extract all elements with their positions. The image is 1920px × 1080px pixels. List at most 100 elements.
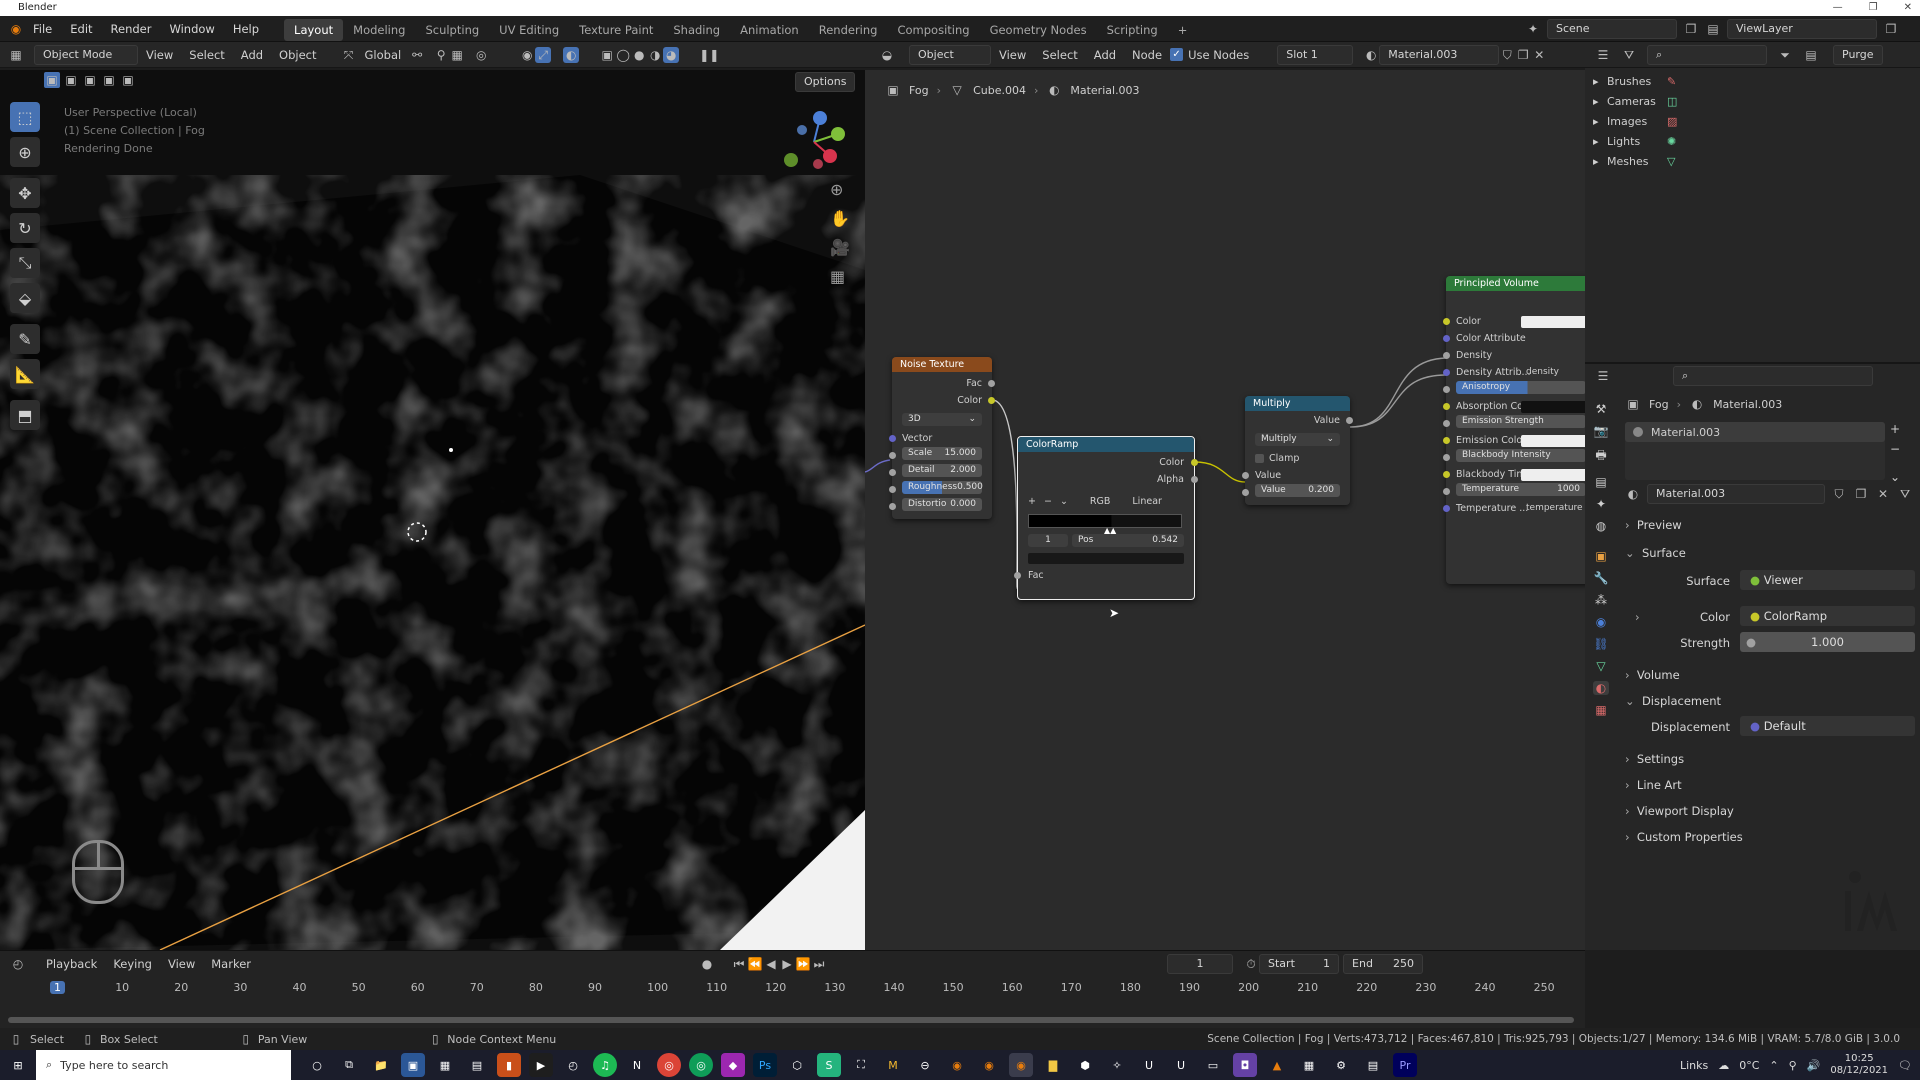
ramp-position-field[interactable]: Pos 0.542 <box>1072 534 1184 547</box>
volume-node-title[interactable]: Principled Volume <box>1446 276 1585 291</box>
app-icon-12[interactable]: M <box>881 1053 905 1077</box>
menu-playback[interactable]: Playback <box>38 951 105 977</box>
spotify-icon[interactable]: ♫ <box>593 1053 617 1077</box>
tab-compositing[interactable]: Compositing <box>887 19 979 41</box>
slot-selector[interactable]: Slot 1 <box>1277 44 1354 65</box>
ramp-stop-color-swatch[interactable] <box>1028 553 1184 564</box>
app-icon-5[interactable]: ▶ <box>529 1053 553 1077</box>
filter-icon[interactable]: ⏷ <box>1777 47 1793 63</box>
gizmo-icon[interactable]: ⤢ <box>535 46 552 63</box>
modifier-tab-icon[interactable]: 🔧 <box>1594 571 1609 585</box>
frame-playhead[interactable]: 1 <box>50 981 65 994</box>
tab-geometry-nodes[interactable]: Geometry Nodes <box>980 19 1097 41</box>
pivot-icon[interactable]: ⚯ <box>409 47 425 63</box>
emission-color-swatch[interactable] <box>1521 435 1585 447</box>
menu-add[interactable]: Add <box>233 42 271 68</box>
panel-surface[interactable]: ⌄ Surface <box>1625 542 1915 564</box>
app-icon-7[interactable]: N <box>625 1053 649 1077</box>
ramp-stop-index[interactable]: 1 <box>1028 534 1068 547</box>
options-button[interactable]: Options <box>795 72 856 92</box>
scale-tool-icon[interactable]: ⤡ <box>10 248 40 278</box>
ramp-menu-chevron-icon[interactable]: ⌄ <box>1060 493 1068 510</box>
menu-timeline-view[interactable]: View <box>160 951 203 977</box>
view-layer-icon[interactable]: ▤ <box>1705 21 1721 37</box>
noise-node-title[interactable]: Noise Texture <box>892 357 992 372</box>
play-icon[interactable]: ▶ <box>779 956 795 972</box>
transform-orientation-icon[interactable]: ⤧ <box>341 47 357 63</box>
remove-slot-icon[interactable]: − <box>1890 442 1900 456</box>
strength-field[interactable]: ● 1.000 <box>1740 632 1915 652</box>
start-frame-field[interactable]: Start 1 <box>1259 954 1340 974</box>
select-extend-icon[interactable]: ▣ <box>63 72 79 88</box>
add-cube-tool-icon[interactable]: ⬒ <box>10 400 40 430</box>
material-duplicate-icon[interactable]: ❐ <box>1853 486 1869 502</box>
multiply-node-title[interactable]: Multiply <box>1245 396 1350 411</box>
absorption-color-swatch[interactable] <box>1521 401 1585 413</box>
clock[interactable]: 10:25 08/12/2021 <box>1830 1053 1888 1077</box>
view-layer-tab-icon[interactable]: ▤ <box>1595 475 1606 489</box>
surface-shader-field[interactable]: ● Viewer <box>1740 570 1915 590</box>
material-link-icon[interactable]: ⛛ <box>1897 486 1913 502</box>
panel-settings[interactable]: › Settings <box>1625 748 1915 770</box>
scene-selector[interactable]: Scene <box>1547 19 1677 39</box>
add-workspace-icon[interactable]: + <box>1168 19 1198 41</box>
blender-logo-icon[interactable]: ◉ <box>8 21 24 37</box>
fake-user-icon[interactable]: ⛉ <box>1499 47 1515 63</box>
menu-view[interactable]: View <box>138 42 181 68</box>
app-icon-11[interactable]: ⛶ <box>849 1053 873 1077</box>
cursor-tool-icon[interactable]: ⊕ <box>10 137 40 167</box>
premiere-icon[interactable]: Pr <box>1393 1053 1417 1077</box>
render-tab-icon[interactable]: 📷 <box>1594 424 1609 438</box>
app-icon-17[interactable]: ◘ <box>1233 1053 1257 1077</box>
navigation-gizmo[interactable] <box>780 108 850 178</box>
world-tab-icon[interactable]: ◍ <box>1596 519 1606 533</box>
solid-shading-icon[interactable]: ● <box>631 47 647 63</box>
transform-tool-icon[interactable]: ⬙ <box>10 283 40 313</box>
outliner[interactable]: ☰ ⛛ ⌕ ⏷ ▤ Purge ▸ Brushes ✎ ▸ Cameras ◫ ▸ Ima… <box>1585 42 1920 362</box>
tab-scripting[interactable]: Scripting <box>1097 19 1168 41</box>
data-tab-icon[interactable]: ▽ <box>1596 659 1605 673</box>
mode-selector[interactable]: Object Mode <box>34 44 138 65</box>
rotate-tool-icon[interactable]: ↻ <box>10 213 40 243</box>
new-collection-icon[interactable]: ▤ <box>1803 47 1819 63</box>
purge-button[interactable]: Purge <box>1833 44 1883 65</box>
steam-icon[interactable]: ⚙ <box>1329 1053 1353 1077</box>
add-slot-icon[interactable]: + <box>1890 422 1900 436</box>
ramp-color-output-socket[interactable] <box>1191 459 1198 466</box>
end-frame-field[interactable]: End 250 <box>1343 954 1424 974</box>
color-output-socket[interactable] <box>988 397 995 404</box>
close-icon[interactable]: ✕ <box>1904 0 1912 16</box>
menu-select[interactable]: Select <box>181 42 232 68</box>
orientation-selector[interactable]: Global <box>357 42 410 68</box>
minimize-icon[interactable]: — <box>1833 0 1843 16</box>
material-shading-icon[interactable]: ◑ <box>647 47 663 63</box>
jump-start-icon[interactable]: ⏮ <box>731 956 747 972</box>
slot-menu-icon[interactable]: ⌄ <box>1890 470 1900 484</box>
app-icon-16[interactable]: ▭ <box>1201 1053 1225 1077</box>
measure-tool-icon[interactable]: 📐 <box>10 359 40 389</box>
duplicate-material-icon[interactable]: ❐ <box>1515 47 1531 63</box>
record-icon[interactable]: ● <box>699 956 715 972</box>
material-fake-user-icon[interactable]: ⛉ <box>1831 486 1847 502</box>
noise-roughness-field[interactable]: Roughness 0.500 <box>902 481 983 494</box>
unlink-material-icon[interactable]: ✕ <box>1531 47 1547 63</box>
volume-color-swatch[interactable] <box>1521 316 1585 328</box>
tray-chevron-icon[interactable]: ⌃ <box>1769 1059 1778 1072</box>
tab-texture-paint[interactable]: Texture Paint <box>569 19 663 41</box>
play-reverse-icon[interactable]: ◀ <box>763 956 779 972</box>
constraints-tab-icon[interactable]: ⛓ <box>1593 637 1608 651</box>
ramp-add-stop-icon[interactable]: + <box>1028 493 1036 510</box>
editor-type-icon[interactable]: ▦ <box>8 47 24 63</box>
material-browse-icon[interactable]: ◐ <box>1363 47 1379 63</box>
density-attribute-field[interactable]: density <box>1526 364 1559 381</box>
particles-tab-icon[interactable]: ⁂ <box>1595 593 1607 607</box>
ramp-alpha-output-socket[interactable] <box>1191 476 1198 483</box>
tool-tab-icon[interactable]: ⚒ <box>1596 402 1607 416</box>
app-icon-8[interactable]: ◆ <box>721 1053 745 1077</box>
outliner-search-input[interactable]: ⌕ <box>1647 44 1767 65</box>
material-name-field[interactable]: Material.003 <box>1379 44 1500 65</box>
timeline-scrollbar[interactable] <box>8 1017 1574 1023</box>
network-icon[interactable]: ⚲ <box>1789 1059 1797 1072</box>
select-intersect-icon[interactable]: ▣ <box>120 72 136 88</box>
density-input-socket[interactable] <box>1443 352 1450 359</box>
